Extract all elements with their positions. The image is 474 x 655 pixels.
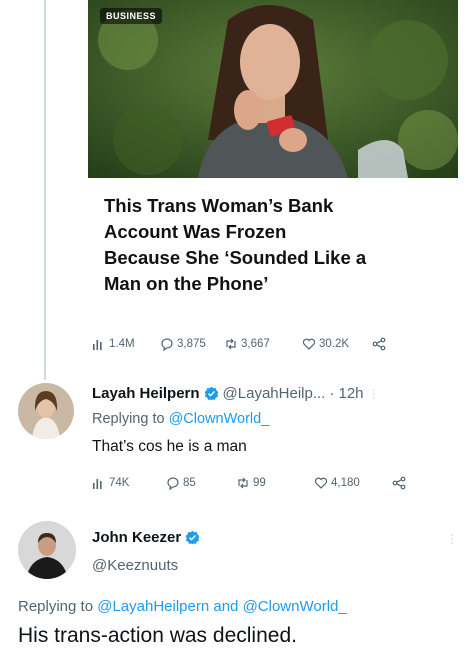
tweet-text: That’s cos he is a man bbox=[92, 438, 247, 455]
tweet-text: His trans-action was declined. bbox=[18, 624, 297, 647]
replying-to-prefix: Replying to bbox=[92, 411, 165, 427]
replying-to-line: Replying to @LayahHeilpern and @ClownWor… bbox=[18, 598, 347, 615]
article-title-line: This Trans Woman’s Bank bbox=[104, 195, 334, 216]
retweets-count: 99 bbox=[253, 477, 266, 489]
heart-icon bbox=[302, 338, 316, 350]
avatar[interactable] bbox=[18, 521, 76, 579]
article-title[interactable]: This Trans Woman’s Bank Account Was Froz… bbox=[104, 193, 454, 297]
reply1-header: Layah Heilpern @LayahHeilp... · 12h ⋮ bbox=[92, 385, 380, 402]
article-title-line: Because She ‘Sounded Like a bbox=[104, 247, 367, 268]
share-stat[interactable] bbox=[392, 476, 406, 490]
likes-count: 4,180 bbox=[331, 477, 360, 489]
timestamp[interactable]: · 12h bbox=[329, 385, 363, 402]
retweets-stat[interactable]: 3,667 bbox=[224, 337, 302, 351]
mention-link[interactable]: @ClownWorld_ bbox=[169, 411, 270, 427]
mention-link[interactable]: @ClownWorld_ bbox=[243, 598, 347, 615]
views-stat[interactable]: 74K bbox=[92, 476, 166, 490]
likes-stat[interactable]: 4,180 bbox=[314, 476, 392, 490]
views-stat[interactable]: 1.4M bbox=[92, 337, 160, 351]
reply-icon bbox=[161, 338, 173, 351]
share-icon bbox=[392, 476, 406, 490]
handle[interactable]: @Keeznuuts bbox=[92, 557, 178, 574]
replies-stat[interactable]: 85 bbox=[166, 476, 236, 490]
reply1-stats-row: 74K 85 99 4,180 bbox=[92, 476, 422, 490]
share-stat[interactable] bbox=[372, 337, 386, 351]
thread-line bbox=[44, 0, 46, 380]
replies-stat[interactable]: 3,875 bbox=[160, 337, 224, 351]
verified-badge-icon bbox=[185, 530, 200, 545]
replying-to-line: Replying to @ClownWorld_ bbox=[92, 411, 269, 427]
likes-stat[interactable]: 30.2K bbox=[302, 337, 372, 351]
replying-to-prefix: Replying to bbox=[18, 598, 94, 615]
views-icon bbox=[93, 479, 102, 489]
likes-count: 30.2K bbox=[319, 338, 350, 350]
article-title-line: Account Was Frozen bbox=[104, 221, 287, 242]
views-icon bbox=[93, 340, 102, 350]
mention-link[interactable]: @LayahHeilpern bbox=[97, 598, 209, 615]
avatar[interactable] bbox=[18, 383, 74, 439]
retweet-icon bbox=[238, 477, 248, 489]
reply2-handle-row: @Keeznuuts bbox=[92, 557, 178, 574]
display-name[interactable]: Layah Heilpern bbox=[92, 385, 200, 402]
display-name[interactable]: John Keezer bbox=[92, 529, 181, 546]
verified-badge-icon bbox=[204, 386, 218, 401]
replies-count: 3,875 bbox=[177, 338, 206, 350]
share-icon bbox=[372, 337, 386, 351]
retweets-stat[interactable]: 99 bbox=[236, 476, 314, 490]
reply-icon bbox=[167, 477, 179, 490]
article-photo-illustration bbox=[88, 0, 458, 178]
article-title-line: Man on the Phone’ bbox=[104, 273, 269, 294]
reply2-header: John Keezer bbox=[92, 529, 200, 546]
heart-icon bbox=[314, 477, 328, 489]
avatar-photo bbox=[18, 383, 74, 439]
avatar-photo bbox=[18, 521, 76, 579]
retweet-icon bbox=[226, 338, 236, 350]
replies-count: 85 bbox=[183, 477, 196, 489]
article-image[interactable]: BUSINESS bbox=[88, 0, 458, 178]
replying-and: and bbox=[213, 598, 239, 615]
retweets-count: 3,667 bbox=[241, 338, 270, 350]
article-stats-row: 1.4M 3,875 3,667 30.2K bbox=[92, 337, 422, 351]
more-options-icon[interactable]: ⋮ bbox=[368, 387, 380, 401]
more-options-icon[interactable]: ⋮ bbox=[446, 532, 458, 546]
views-count: 1.4M bbox=[109, 338, 135, 350]
handle[interactable]: @LayahHeilp... bbox=[223, 385, 326, 402]
article-category-badge: BUSINESS bbox=[100, 8, 163, 24]
views-count: 74K bbox=[109, 477, 130, 489]
